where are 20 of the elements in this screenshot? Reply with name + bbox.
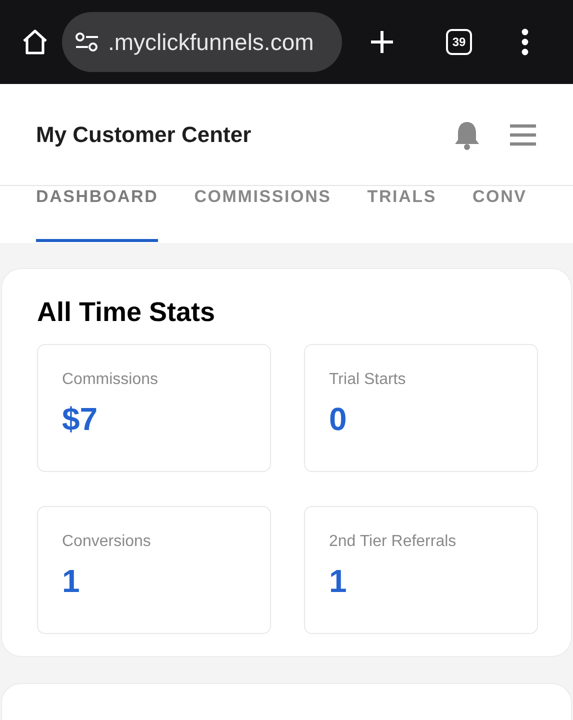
stat-value: 1 <box>62 563 81 600</box>
more-icon[interactable] <box>520 28 530 56</box>
plus-icon[interactable] <box>368 28 396 56</box>
site-settings-icon[interactable] <box>74 31 100 53</box>
stat-value: 1 <box>329 563 348 600</box>
nav-tab[interactable]: COMMISSIONS <box>194 186 332 242</box>
nav-tab[interactable]: TRIALS <box>367 186 436 242</box>
stat-label: 2nd Tier Referrals <box>329 533 458 551</box>
stat-label: Trial Starts <box>329 371 407 389</box>
tab-count-button[interactable]: 39 <box>446 29 472 55</box>
address-bar[interactable]: .myclickfunnels.com <box>62 12 342 72</box>
nav-tab[interactable]: CONV <box>472 186 527 242</box>
nav-tab[interactable]: DASHBOARD <box>36 186 158 242</box>
card-title: All Time Stats <box>37 297 216 328</box>
stat-label: Conversions <box>62 533 152 551</box>
stat-value: 0 <box>329 401 348 438</box>
menu-icon[interactable] <box>509 122 537 146</box>
stat-label: Commissions <box>62 371 160 389</box>
stat-value: $7 <box>62 401 99 438</box>
page-title: My Customer Center <box>36 122 252 148</box>
